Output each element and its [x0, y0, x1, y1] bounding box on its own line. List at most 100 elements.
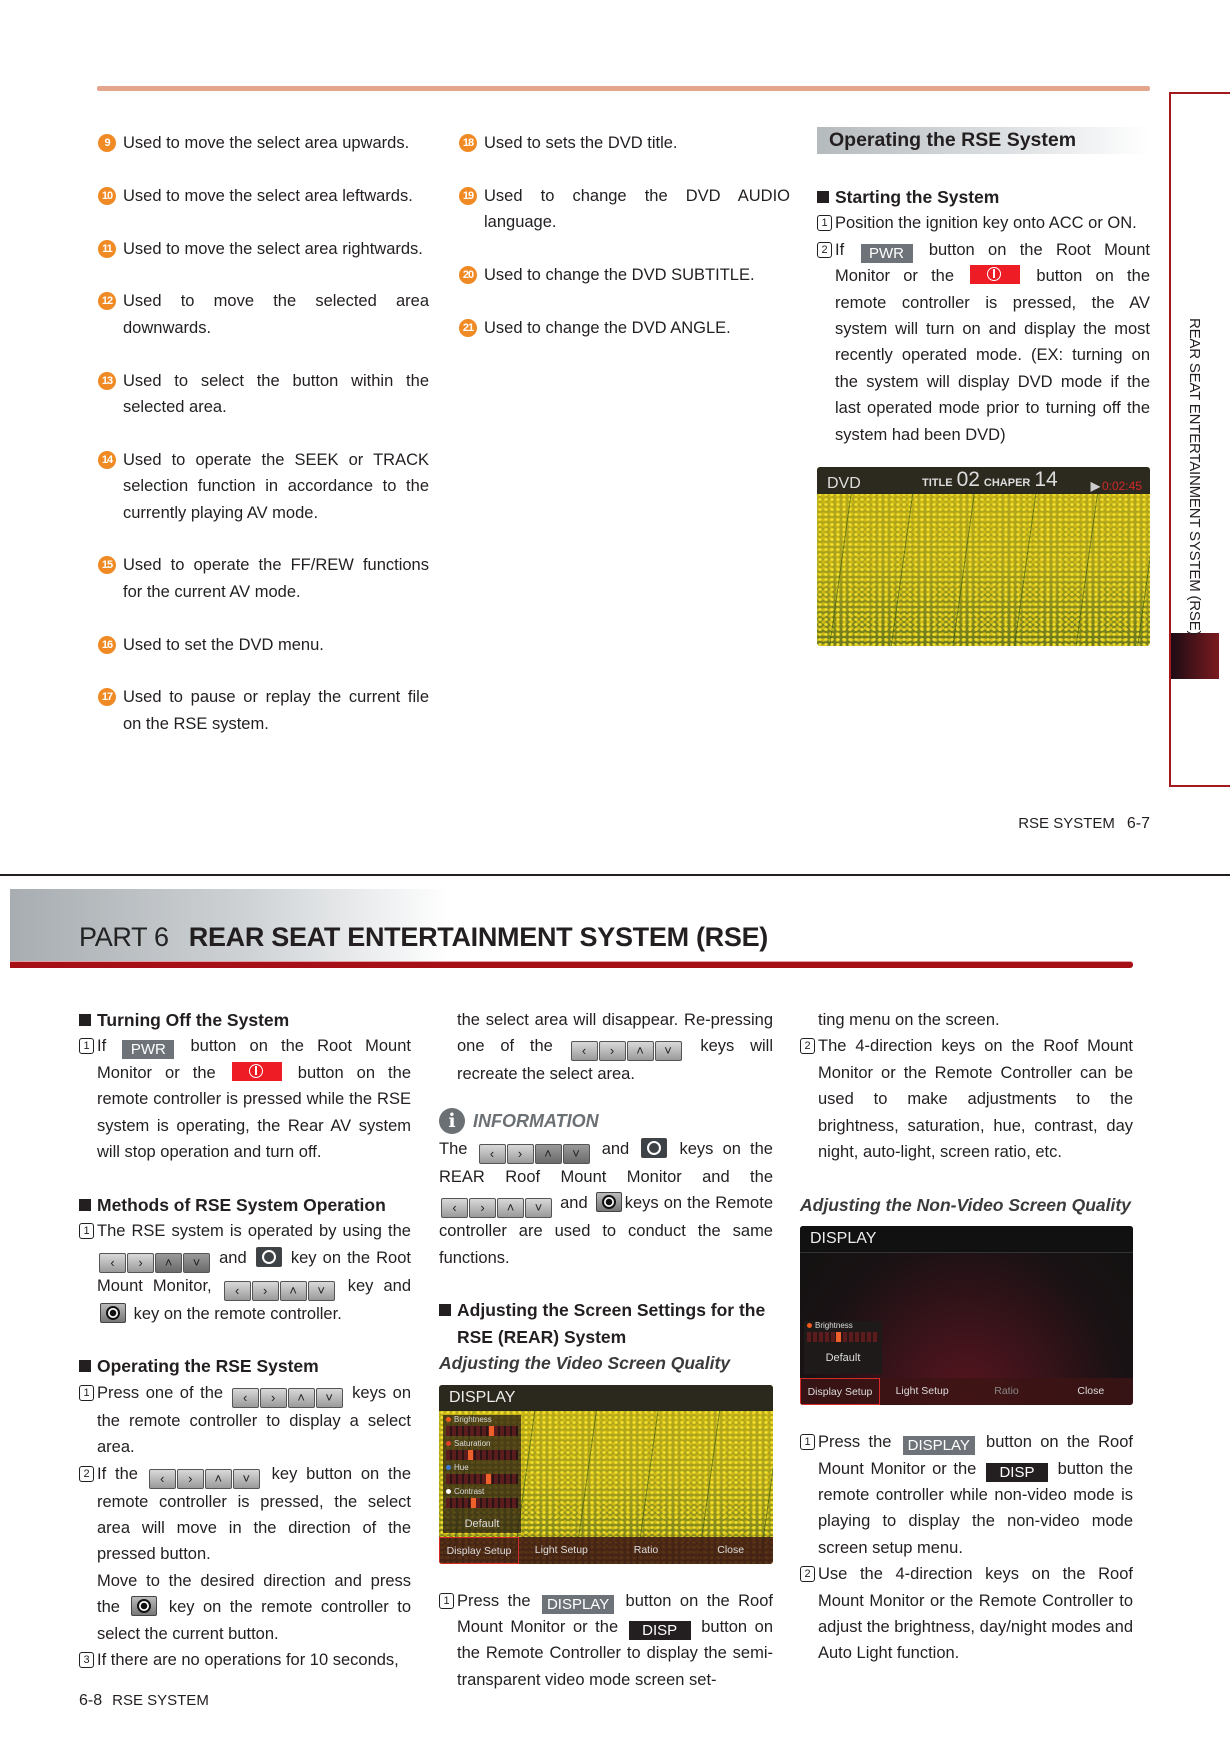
enter-key-icon: [100, 1302, 126, 1323]
item-number-icon: 15: [98, 556, 116, 575]
text-segment: Press one of the: [97, 1383, 230, 1402]
menu-item[interactable]: Close: [688, 1537, 773, 1564]
list-item: 20 Used to change the DVD SUBTITLE.: [459, 262, 790, 288]
up-key-icon: ˄: [534, 1143, 562, 1164]
slider-level: [467, 1449, 473, 1460]
sub-heading: Adjusting the Non-Video Screen Quality: [800, 1194, 1131, 1215]
left-key-icon: ‹: [231, 1387, 259, 1408]
left-key-icon: ‹: [570, 1041, 598, 1062]
enter-ring-icon: [106, 1305, 120, 1320]
item-text: Used to operate the SEEK or TRACK select…: [123, 450, 429, 522]
step-number-icon: 1: [79, 1038, 94, 1055]
menu-item[interactable]: Display Setup: [800, 1378, 880, 1406]
item-number-icon: 18: [459, 134, 477, 152]
step-item: 2 If the ‹ › ˄ ˅ key button on the remote co…: [79, 1461, 411, 1568]
item-text: Used to change the DVD ANGLE.: [484, 318, 731, 337]
step-number-icon: 2: [79, 1465, 94, 1482]
page-number: 6-7: [1126, 815, 1150, 832]
list-item: 12 Used to move the selected area downwar…: [98, 288, 429, 341]
dvd-status-bar: DVD TITLE 02 CHAPER 14 ▶ 0:02:45: [817, 467, 1150, 495]
right-key-icon: ›: [251, 1280, 279, 1301]
item-number-icon: 12: [98, 292, 116, 311]
side-tab-border-top: [1169, 92, 1230, 94]
text-segment: and: [592, 1139, 639, 1158]
right-key-icon: ›: [259, 1387, 287, 1408]
menu-item[interactable]: Display Setup: [439, 1536, 519, 1564]
text-segment: Position the ignition key onto ACC or ON…: [835, 214, 1137, 233]
footer-label: RSE SYSTEM: [112, 1692, 209, 1709]
direction-keys-icon: ‹ › ˄ ˅: [570, 1041, 683, 1062]
top-rule: [97, 86, 1150, 91]
paragraph: the select area will disappear. Re-press…: [439, 1007, 773, 1088]
down-key-icon: ˅: [315, 1387, 343, 1408]
step-item: 1 Position the ignition key onto ACC or O…: [817, 210, 1150, 236]
slider-contrast[interactable]: [446, 1497, 518, 1508]
direction-keys-icon: ‹ › ˄ ˅: [223, 1280, 336, 1301]
list-item: 21 Used to change the DVD ANGLE.: [459, 315, 790, 341]
part-header-rule: [10, 961, 1133, 968]
default-button[interactable]: Default: [804, 1345, 882, 1371]
slider-label: Brightness: [804, 1321, 882, 1331]
menu-item[interactable]: Close: [1049, 1378, 1133, 1405]
dvd-screen-image: DVD TITLE 02 CHAPER 14 ▶ 0:02:45: [817, 467, 1150, 647]
item-number-icon: 19: [459, 186, 477, 205]
direction-keys-icon: ‹ › ˄ ˅: [99, 1252, 211, 1273]
step-number-icon: 2: [817, 241, 832, 258]
step-item: 1 Press the DISPLAY button on the Roof Mo…: [439, 1588, 773, 1694]
side-tab-border-bottom: [1169, 785, 1230, 787]
part-header: PART 6 REAR SEAT ENTERTAINMENT SYSTEM (RS…: [79, 922, 768, 953]
menu-item[interactable]: Light Setup: [519, 1537, 604, 1564]
power-button-icon: [970, 265, 1021, 285]
down-key-icon: ˅: [183, 1252, 210, 1273]
section-heading: Adjusting the Screen Settings for the RS…: [439, 1297, 773, 1350]
slider-level: [471, 1497, 477, 1508]
text-segment: If: [97, 1037, 120, 1056]
text-segment: The 4-direction keys on the Roof Mount M…: [818, 1037, 1133, 1162]
item-number-icon: 20: [459, 266, 477, 284]
slider-hue[interactable]: [446, 1473, 518, 1484]
slider-saturation[interactable]: [446, 1449, 518, 1460]
paragraph: The ‹ › ˄ ˅ and keys on the REAR Roof Mount…: [439, 1136, 773, 1271]
list-item: 17 Used to pause or replay the current fi…: [98, 684, 429, 737]
text-segment: If: [835, 240, 858, 259]
enter-ring-icon: [601, 1195, 616, 1210]
step-number-icon: 1: [800, 1434, 815, 1451]
menu-item[interactable]: Light Setup: [880, 1378, 964, 1405]
screen-title: DISPLAY: [439, 1384, 773, 1411]
item-number-icon: 11: [98, 239, 116, 258]
slider-brightness[interactable]: [446, 1425, 518, 1436]
slider-brightness[interactable]: [807, 1332, 879, 1343]
paragraph: Move to the desired direction and press …: [79, 1568, 411, 1647]
text-segment: Press the: [457, 1591, 540, 1610]
up-key-icon: ˄: [279, 1280, 307, 1301]
top-right-column: Operating the RSE System Starting the Sy…: [817, 127, 1150, 647]
item-text: Used to sets the DVD title.: [484, 134, 678, 152]
text-segment: key on the remote controller.: [129, 1304, 342, 1323]
bottom-column-2: the select area will disappear. Re-press…: [439, 1007, 773, 1693]
up-key-icon: ˄: [204, 1468, 232, 1489]
info-icon: i: [439, 1107, 465, 1134]
play-time-value: 0:02:45: [1101, 479, 1142, 494]
step-item: 3 If there are no operations for 10 secon…: [79, 1647, 411, 1673]
list-item: 9 Used to move the select area upwards.: [98, 130, 429, 156]
display-button-icon: DISPLAY: [902, 1436, 975, 1456]
display-settings-screen-image: DISPLAY Brightness Default Display Setup Lig…: [800, 1226, 1133, 1406]
enter-key-icon: [595, 1192, 622, 1213]
left-key-icon: ‹: [223, 1280, 251, 1301]
list-item: 10 Used to move the select area leftwards…: [98, 183, 429, 209]
section-heading: Methods of RSE System Operation: [79, 1192, 411, 1218]
menu-item[interactable]: Ratio: [964, 1378, 1048, 1405]
item-number-icon: 21: [459, 318, 477, 337]
list-item: 14 Used to operate the SEEK or TRACK sele…: [98, 447, 429, 526]
right-key-icon: ›: [506, 1143, 534, 1164]
list-item: 19 Used to change the DVD AUDIO language.: [459, 183, 790, 236]
left-key-icon: ‹: [441, 1198, 468, 1219]
slider-label: Saturation: [443, 1439, 521, 1449]
heading: Starting the System: [817, 184, 1150, 210]
down-key-icon: ˅: [654, 1041, 682, 1062]
chapter-number: 14: [1034, 468, 1058, 492]
default-button[interactable]: Default: [443, 1511, 521, 1537]
list-item: 16 Used to set the DVD menu.: [98, 632, 429, 658]
menu-item[interactable]: Ratio: [604, 1537, 689, 1564]
screen-title: DISPLAY: [800, 1226, 1133, 1254]
